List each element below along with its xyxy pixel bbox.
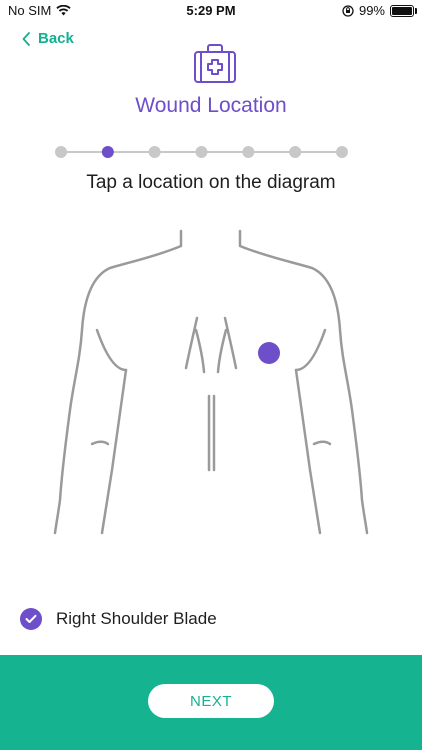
wound-marker[interactable] [258, 342, 280, 364]
back-label: Back [38, 30, 74, 47]
step-dot [242, 146, 255, 158]
left-shoulder-blade-outline [184, 316, 199, 370]
left-shoulder-outline [53, 246, 178, 535]
right-inner-arm-outline [294, 328, 327, 372]
step-dot [101, 146, 114, 158]
chevron-left-icon [22, 31, 30, 46]
right-shoulder-outline [243, 246, 369, 535]
selected-location-label: Right Shoulder Blade [56, 609, 217, 628]
next-button[interactable]: NEXT [148, 684, 274, 718]
selected-location[interactable]: Right Shoulder Blade [20, 608, 217, 630]
right-torso-outline [294, 368, 322, 535]
check-icon [20, 608, 42, 630]
footer-bar: NEXT [0, 655, 422, 750]
battery-percent: 99% [358, 3, 385, 18]
neck-left-outline [174, 229, 183, 250]
back-button[interactable]: Back [22, 30, 74, 47]
status-right: 99% [342, 3, 417, 18]
left-shoulder-blade-tip [194, 328, 206, 374]
left-elbow-crease [90, 440, 110, 446]
first-aid-kit-icon [194, 44, 236, 83]
step-dot [289, 146, 302, 158]
progress-stepper [55, 146, 348, 158]
orientation-lock-icon [342, 4, 354, 17]
left-inner-arm-outline [95, 328, 128, 372]
step-dot [55, 146, 67, 158]
battery-fill [392, 6, 412, 15]
neck-right-outline [238, 229, 247, 250]
step-dot [148, 146, 161, 158]
step-dot [336, 146, 348, 158]
left-torso-outline [100, 368, 128, 535]
instruction-text: Tap a location on the diagram [86, 172, 336, 193]
right-shoulder-blade-tip [216, 328, 228, 374]
battery-icon [390, 4, 417, 17]
right-elbow-crease [312, 440, 332, 446]
step-dot [195, 146, 208, 158]
page-title: Wound Location [135, 94, 287, 117]
status-bar: No SIM 5:29 PM 99% [0, 0, 422, 22]
right-shoulder-blade-outline [223, 316, 238, 370]
body-diagram[interactable] [0, 226, 422, 536]
